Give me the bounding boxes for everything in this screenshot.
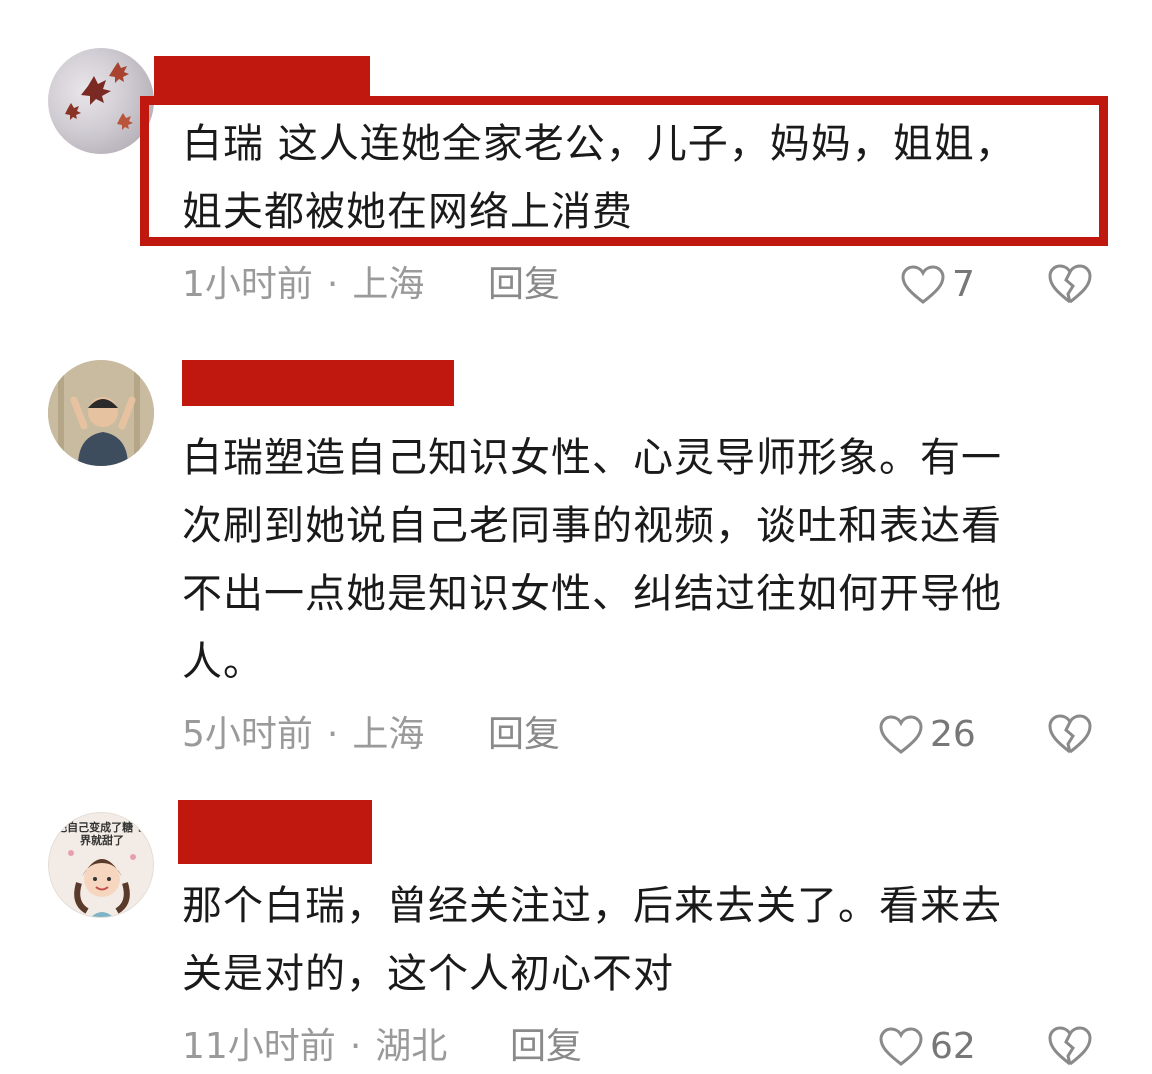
maple-leaf-image [65,62,133,130]
comment-meta: 5小时前 · 上海 [182,710,424,760]
comment-line: 人。 [182,639,264,685]
avatar-caption: 把自己变成了糖 世界就甜了 [56,821,148,847]
avatar[interactable] [48,360,154,466]
heart-outline-icon [879,1027,923,1066]
timestamp: 11小时前 [182,1026,336,1067]
location: 上海 [352,264,425,305]
like-count: 7 [952,264,975,305]
reply-button[interactable]: 回复 [488,710,560,760]
reply-button[interactable]: 回复 [488,260,560,310]
username-redaction [154,56,370,100]
like-button[interactable]: 26 [878,710,976,760]
heart-outline-icon [901,265,945,304]
comment-line: 白瑞 这人连她全家老公，儿子，妈妈，姐姐， [182,121,1016,167]
broken-heart-icon[interactable] [1046,262,1094,306]
like-count: 26 [930,714,976,755]
comment-line: 那个白瑞，曾经关注过，后来去关了。看来去 [182,883,1002,929]
heart-outline-icon [879,715,923,754]
separator: · [349,1026,362,1067]
comment-text: 白瑞塑造自己知识女性、心灵导师形象。有一 次刷到她说自己老同事的视频，谈吐和表达… [182,424,1092,696]
avatar[interactable]: 把自己变成了糖 世界就甜了 [48,812,154,918]
broken-heart-icon[interactable] [1046,712,1094,756]
timestamp: 1小时前 [182,264,313,305]
comment-text: 那个白瑞，曾经关注过，后来去关了。看来去 关是对的，这个人初心不对 [182,872,1092,1008]
username-redaction [182,360,454,406]
comment-line: 次刷到她说自己老同事的视频，谈吐和表达看 [182,503,1002,549]
avatar[interactable] [48,48,154,154]
comment-line: 关是对的，这个人初心不对 [182,951,674,997]
location: 上海 [352,714,425,755]
username-redaction [178,800,372,864]
child-photo [48,360,154,466]
broken-heart-icon[interactable] [1046,1024,1094,1068]
like-count: 62 [930,1026,976,1067]
comment-meta: 1小时前 · 上海 [182,260,424,310]
comment-line: 白瑞塑造自己知识女性、心灵导师形象。有一 [182,435,1002,481]
location: 湖北 [375,1026,448,1067]
like-button[interactable]: 7 [900,260,975,310]
separator: · [326,714,339,755]
separator: · [326,264,339,305]
timestamp: 5小时前 [182,714,313,755]
comment-text: 白瑞 这人连她全家老公，儿子，妈妈，姐姐， 姐夫都被她在网络上消费 [182,110,1092,246]
comment-meta: 11小时前 · 湖北 [182,1022,447,1072]
comment-line: 不出一点她是知识女性、纠结过往如何开导他 [182,571,1002,617]
comment-line: 姐夫都被她在网络上消费 [182,189,633,235]
reply-button[interactable]: 回复 [510,1022,582,1072]
like-button[interactable]: 62 [878,1022,976,1072]
